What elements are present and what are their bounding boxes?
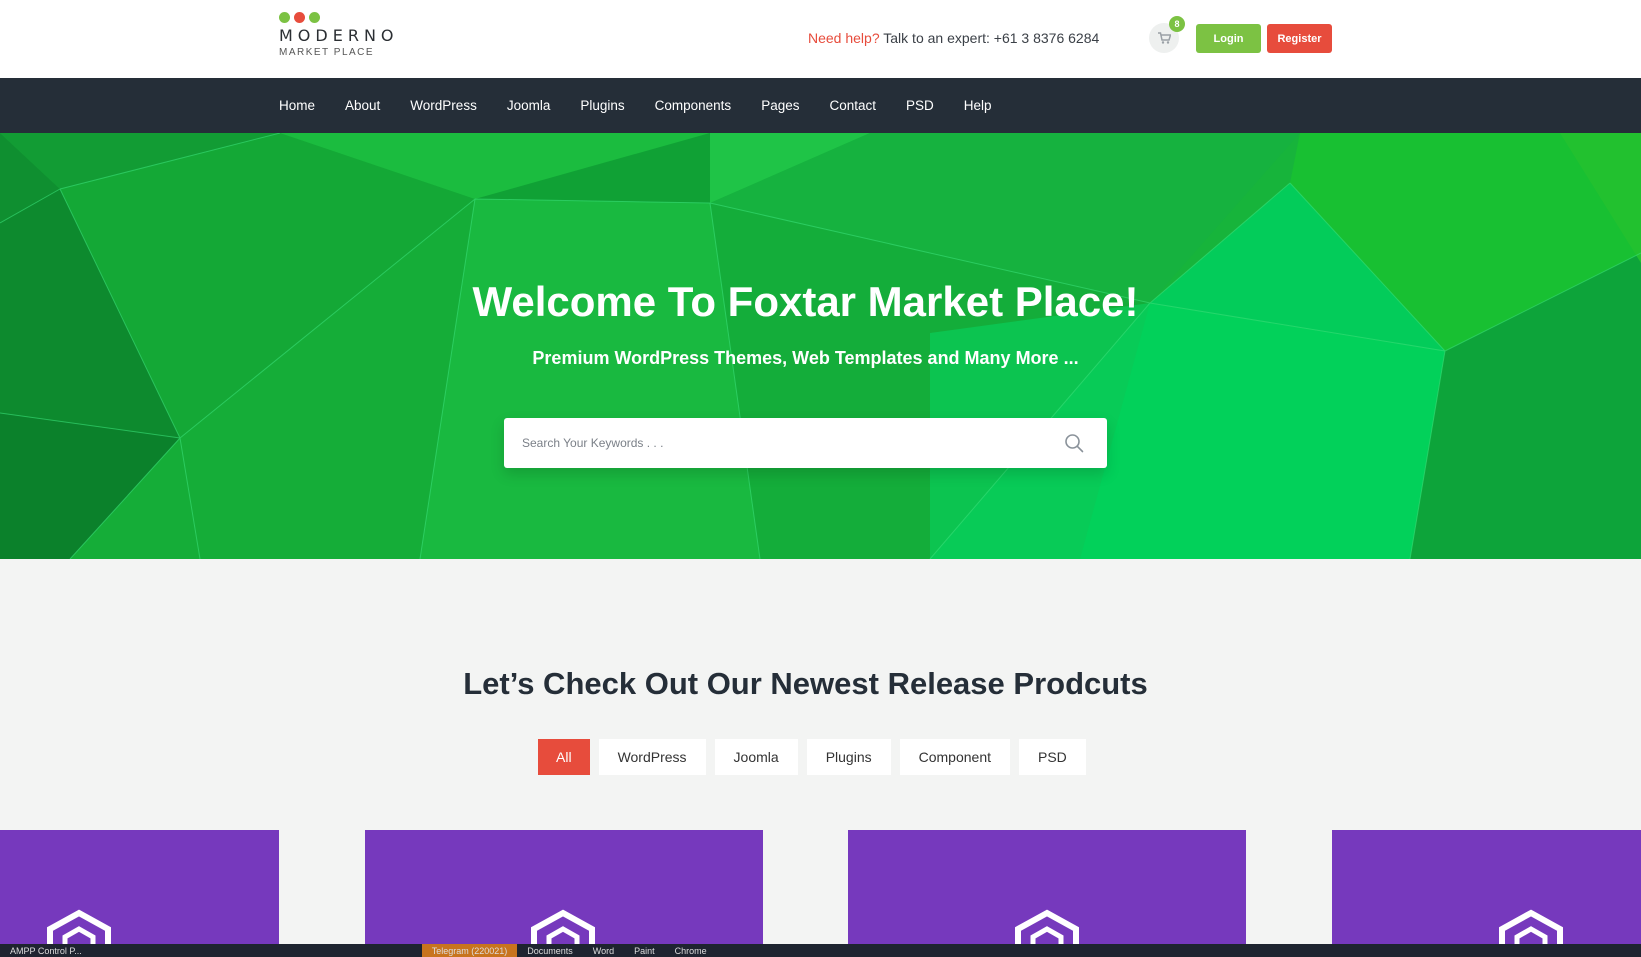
products-section-title: Let’s Check Out Our Newest Release Prodc… [463,666,1148,701]
filter-tab-plugins[interactable]: Plugins [806,739,891,775]
filter-tab-wordpress[interactable]: WordPress [598,739,706,775]
nav-item-about[interactable]: About [345,98,380,113]
product-card[interactable] [848,830,1246,957]
filter-tab-psd[interactable]: PSD [1019,739,1086,775]
register-button[interactable]: Register [1267,24,1332,53]
taskbar-item[interactable]: Chrome [665,944,717,957]
nav-item-joomla[interactable]: Joomla [507,98,551,113]
taskbar-item[interactable]: Documents [517,944,583,957]
nav-item-plugins[interactable]: Plugins [580,98,624,113]
taskbar-item-active[interactable]: Telegram (220021) [421,944,518,957]
taskbar-item[interactable] [92,944,422,957]
search-input[interactable] [522,418,1042,468]
product-card[interactable] [365,830,763,957]
taskbar-item[interactable]: Word [583,944,624,957]
help-text: Talk to an expert: +61 3 8376 6284 [883,30,1100,46]
nav-item-contact[interactable]: Contact [829,98,876,113]
nav-item-psd[interactable]: PSD [906,98,934,113]
nav-item-help[interactable]: Help [964,98,992,113]
site-header: MODERNO MARKET PLACE Need help? Talk to … [0,0,1641,78]
filter-tab-all[interactable]: All [538,739,590,775]
cart-count-badge: 8 [1169,16,1185,32]
hero-banner: Welcome To Foxtar Market Place! Premium … [0,133,1641,559]
logo-dot-red [294,12,305,23]
nav-item-pages[interactable]: Pages [761,98,799,113]
search-icon[interactable] [1064,433,1084,453]
filter-tab-component[interactable]: Component [899,739,1010,775]
taskbar-item[interactable]: Paint [624,944,665,957]
site-logo[interactable]: MODERNO MARKET PLACE [279,12,399,58]
nav-list: Home About WordPress Joomla Plugins Comp… [279,78,1022,133]
logo-subtitle: MARKET PLACE [279,47,375,58]
hero-search-box [504,418,1107,468]
hero-title: Welcome To Foxtar Market Place! [472,278,1139,325]
nav-item-wordpress[interactable]: WordPress [410,98,477,113]
logo-dot-green [279,12,290,23]
hero-subtitle: Premium WordPress Themes, Web Templates … [532,348,1079,368]
taskbar-item[interactable]: AMPP Control P... [0,944,92,957]
os-taskbar: AMPP Control P... Telegram (220021) Docu… [0,944,1641,957]
cart-icon [1157,32,1171,44]
logo-name: MODERNO [279,26,399,45]
help-highlight[interactable]: Need help? [808,30,880,46]
help-contact: Need help? Talk to an expert: +61 3 8376… [808,30,1099,46]
logo-dots [279,12,399,23]
product-card[interactable] [1332,830,1641,957]
filter-tab-joomla[interactable]: Joomla [714,739,798,775]
main-nav: Home About WordPress Joomla Plugins Comp… [0,78,1641,133]
product-card[interactable] [0,830,279,957]
login-button[interactable]: Login [1196,24,1261,53]
logo-dot-green-2 [309,12,320,23]
nav-item-home[interactable]: Home [279,98,315,113]
hero-polygon-background [0,133,1641,559]
nav-item-components[interactable]: Components [655,98,732,113]
product-filter-tabs: All WordPress Joomla Plugins Component P… [538,739,1086,775]
